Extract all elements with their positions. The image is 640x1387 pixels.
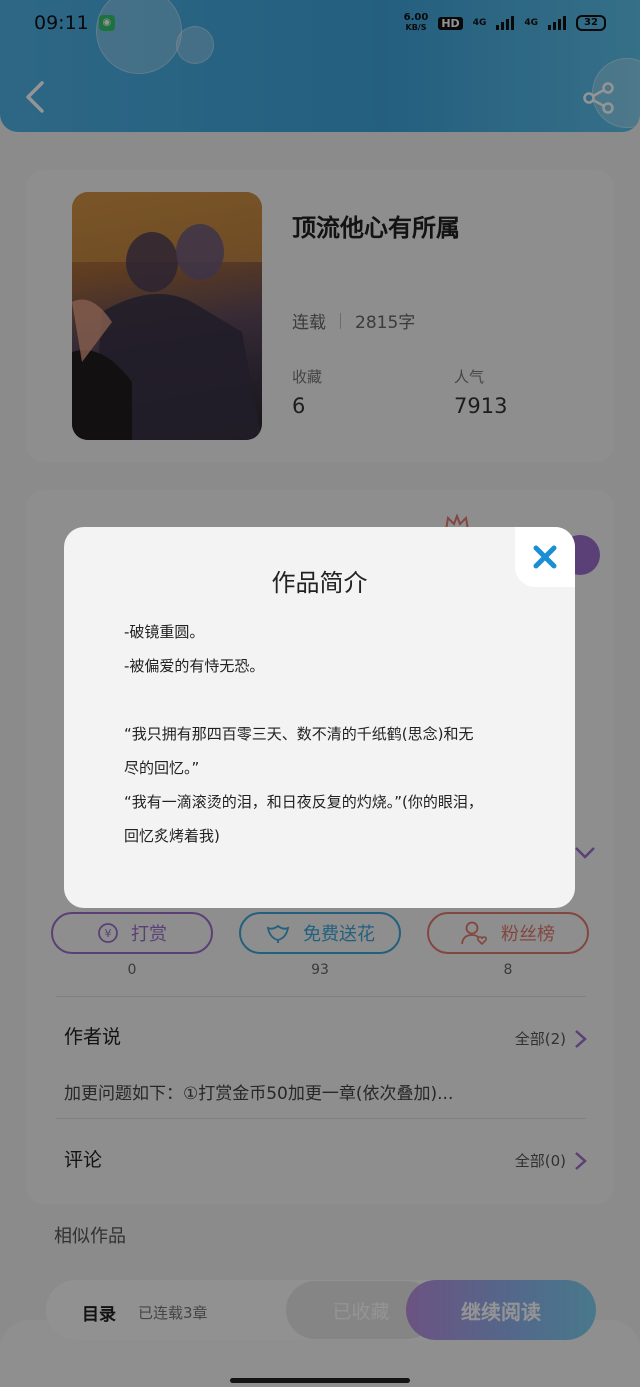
- close-icon: [533, 545, 557, 569]
- synopsis-line: 尽的回忆。”: [124, 759, 200, 777]
- synopsis-line: -破镜重圆。: [124, 623, 205, 641]
- synopsis-line: [124, 683, 524, 717]
- synopsis-line: “我只拥有那四百零三天、数不清的千纸鹤(思念)和无: [124, 725, 474, 743]
- synopsis-text: -破镜重圆。 -被偏爱的有恃无恐。 “我只拥有那四百零三天、数不清的千纸鹤(思念…: [124, 615, 524, 853]
- synopsis-line: 回忆炙烤着我): [124, 827, 220, 845]
- synopsis-modal: 作品简介 -破镜重圆。 -被偏爱的有恃无恐。 “我只拥有那四百零三天、数不清的千…: [64, 527, 575, 908]
- modal-title: 作品简介: [271, 569, 368, 597]
- synopsis-line: -被偏爱的有恃无恐。: [124, 657, 265, 675]
- close-button[interactable]: [515, 527, 575, 587]
- synopsis-line: “我有一滴滚烫的泪，和日夜反复的灼烧。”(你的眼泪，: [124, 793, 483, 811]
